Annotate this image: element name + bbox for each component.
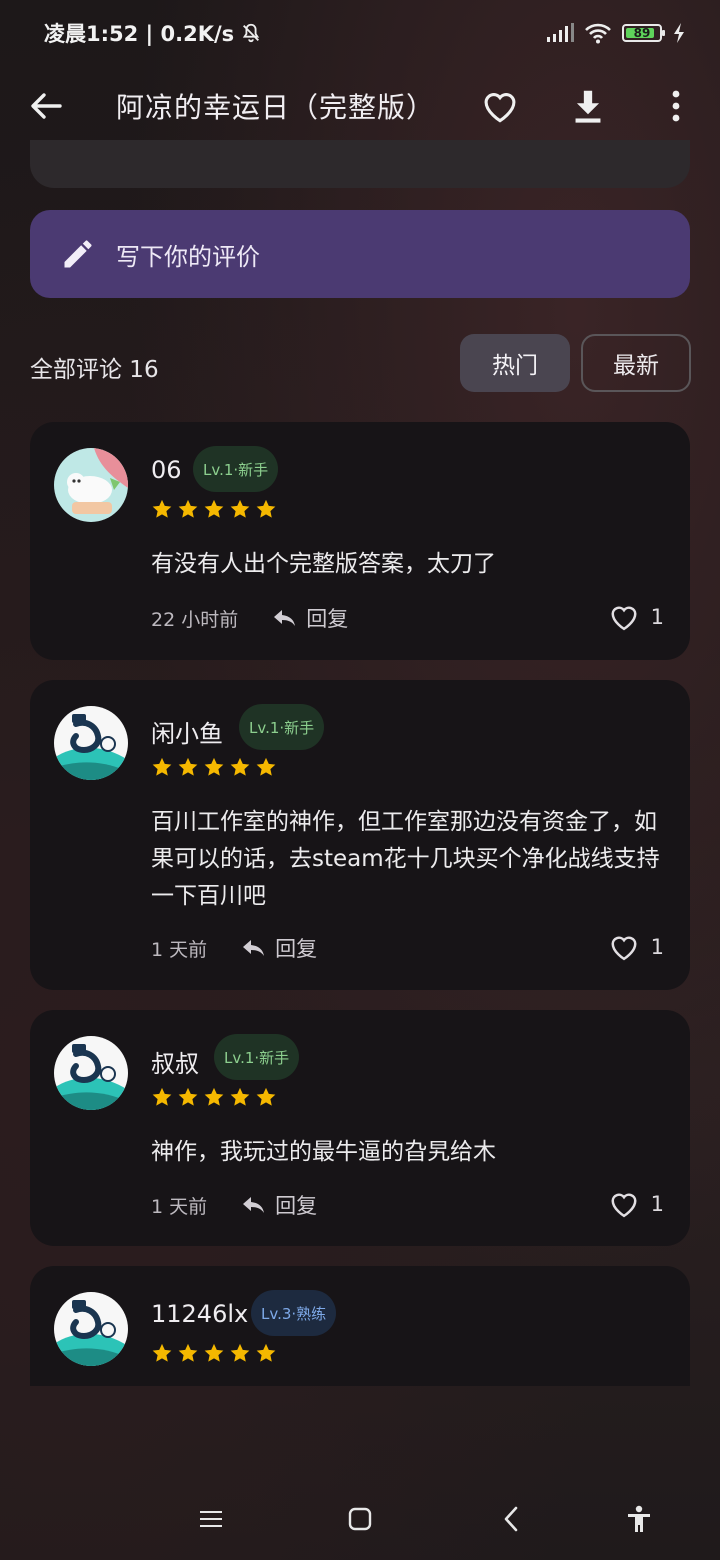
star-icon [256, 1343, 276, 1362]
star-icon [152, 757, 172, 776]
username[interactable]: 叔叔 [151, 1044, 199, 1079]
menu-icon[interactable] [194, 1502, 228, 1536]
write-review-label: 写下你的评价 [116, 242, 260, 271]
star-icon [256, 1087, 276, 1106]
like-button[interactable]: 1 [609, 933, 664, 961]
star-icon [204, 499, 224, 518]
star-icon [230, 499, 250, 518]
reply-button[interactable]: 回复 [241, 1190, 317, 1220]
rating-stars [151, 498, 277, 520]
comment-text: 神作，我玩过的最牛逼的旮旯给木 [151, 1139, 496, 1165]
comment-time: 1 天前 [151, 1195, 208, 1218]
mute-bell-icon [243, 23, 260, 43]
reply-button[interactable]: 回复 [241, 933, 317, 963]
comment-card: 叔叔 Lv.1·新手 神作，我玩过的最牛逼的旮旯给木 1 天前 回复 1 [30, 1010, 690, 1246]
star-icon [152, 499, 172, 518]
battery-icon: 89 [622, 24, 665, 42]
star-icon [230, 757, 250, 776]
heart-icon [611, 936, 637, 961]
sort-hot-button[interactable]: 热门 [460, 334, 570, 392]
username[interactable]: 06 [151, 456, 182, 484]
reply-button[interactable]: 回复 [272, 603, 348, 633]
rating-stars [151, 1342, 277, 1364]
star-icon [230, 1087, 250, 1106]
reply-label: 回复 [275, 937, 318, 961]
comment-text: 百川工作室的神作，但工作室那边没有资金了，如果可以的话，去steam花十几块买个… [151, 809, 660, 909]
star-icon [204, 1343, 224, 1362]
like-button[interactable]: 1 [609, 1190, 664, 1218]
comment-card: 11246lx Lv.3·熟练 [30, 1266, 690, 1386]
like-button[interactable]: 1 [609, 603, 664, 631]
avatar[interactable] [54, 706, 128, 780]
star-icon [178, 1343, 198, 1362]
pencil-icon [64, 240, 92, 268]
like-count: 1 [650, 935, 664, 959]
avatar[interactable] [54, 1292, 128, 1366]
comment-card: 闲小鱼 Lv.1·新手 百川工作室的神作，但工作室那边没有资金了，如果可以的话，… [30, 680, 690, 990]
previous-card-edge [30, 140, 690, 188]
download-icon[interactable] [568, 86, 608, 126]
heart-icon[interactable] [480, 86, 520, 126]
star-icon [178, 499, 198, 518]
username[interactable]: 11246lx [151, 1300, 248, 1328]
star-icon [178, 757, 198, 776]
star-icon [152, 1343, 172, 1362]
reply-icon [243, 1197, 265, 1213]
reply-icon [243, 940, 265, 956]
back-arrow-icon[interactable] [26, 86, 66, 126]
like-count: 1 [650, 1192, 664, 1216]
star-icon [204, 1087, 224, 1106]
star-icon [230, 1343, 250, 1362]
comment-text: 有没有人出个完整版答案，太刀了 [151, 551, 496, 577]
sort-newest-button[interactable]: 最新 [581, 334, 691, 392]
level-badge: Lv.1·新手 [239, 704, 325, 750]
comment-time: 22 小时前 [151, 608, 239, 631]
heart-icon [611, 606, 637, 631]
heart-icon [611, 1193, 637, 1218]
star-icon [152, 1087, 172, 1106]
signal-icon [547, 23, 574, 42]
comment-meta: 1 天前 回复 [151, 1190, 317, 1220]
star-icon [178, 1087, 198, 1106]
comment-meta: 22 小时前 回复 [151, 603, 348, 633]
charging-icon [674, 23, 684, 43]
rating-stars [151, 1086, 277, 1108]
star-icon [256, 757, 276, 776]
home-icon[interactable] [343, 1502, 377, 1536]
like-count: 1 [650, 605, 664, 629]
system-nav-bar [0, 1490, 720, 1546]
battery-level: 89 [633, 26, 651, 40]
comments-count-label: 全部评论 16 [30, 357, 159, 383]
app-bar: 阿凉的幸运日（完整版） [0, 66, 720, 146]
status-bar: 凌晨1:52 | 0.2K/s 89 [0, 0, 720, 66]
reply-label: 回复 [275, 1194, 318, 1218]
star-icon [204, 757, 224, 776]
accessibility-icon[interactable] [622, 1502, 656, 1536]
back-icon[interactable] [494, 1502, 528, 1536]
username[interactable]: 闲小鱼 [151, 714, 223, 749]
avatar[interactable] [54, 448, 128, 522]
write-review-button[interactable]: 写下你的评价 [30, 210, 690, 298]
reply-label: 回复 [306, 607, 349, 631]
avatar[interactable] [54, 1036, 128, 1110]
status-time-speed: 凌晨1:52 | 0.2K/s [44, 22, 235, 46]
comment-meta: 1 天前 回复 [151, 933, 317, 963]
reply-icon [274, 610, 296, 626]
wifi-icon [585, 23, 611, 44]
comments-header: 全部评论 16 热门 最新 [30, 334, 691, 394]
comment-time: 1 天前 [151, 938, 208, 961]
page-title: 阿凉的幸运日（完整版） [116, 91, 436, 124]
more-icon[interactable] [656, 86, 696, 126]
comment-card: 06 Lv.1·新手 有没有人出个完整版答案，太刀了 22 小时前 回复 1 [30, 422, 690, 660]
level-badge: Lv.3·熟练 [251, 1290, 337, 1336]
level-badge: Lv.1·新手 [214, 1034, 300, 1080]
star-icon [256, 499, 276, 518]
rating-stars [151, 756, 277, 778]
level-badge: Lv.1·新手 [193, 446, 279, 492]
